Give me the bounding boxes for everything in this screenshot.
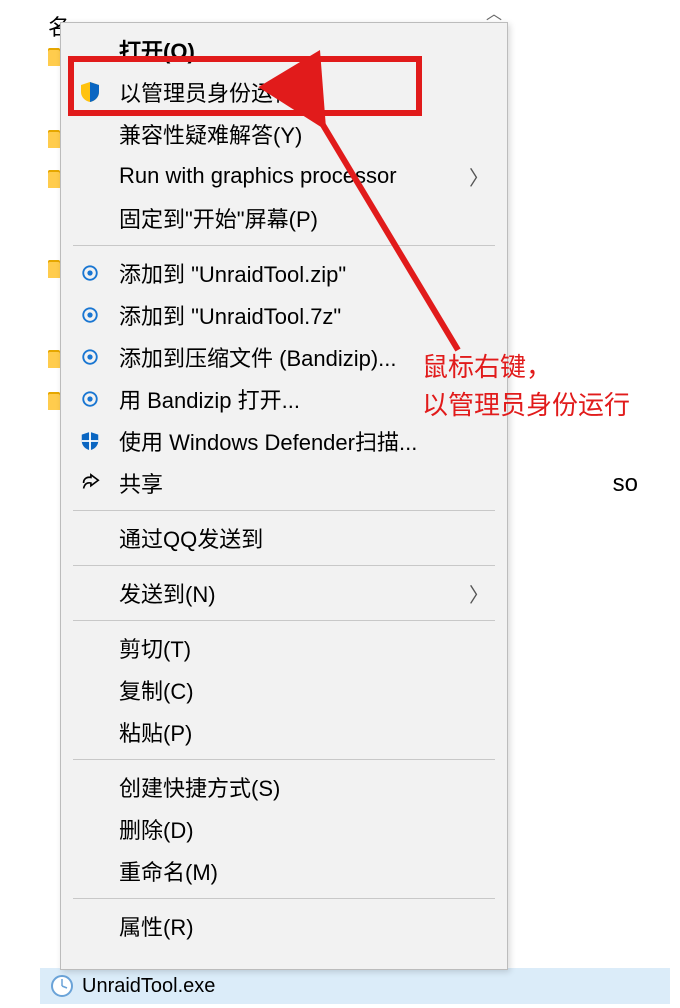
menu-label: 添加到 "UnraidTool.zip": [119, 257, 489, 289]
menu-label: 重命名(M): [119, 855, 489, 887]
menu-label: 固定到"开始"屏幕(P): [119, 202, 489, 234]
menu-label: 使用 Windows Defender扫描...: [119, 425, 489, 457]
menu-separator: [73, 620, 495, 621]
menu-label: 共享: [119, 467, 489, 499]
menu-item-add-zip[interactable]: 添加到 "UnraidTool.zip": [61, 252, 507, 294]
defender-shield-icon: [77, 428, 103, 454]
menu-label: 剪切(T): [119, 632, 489, 664]
menu-label: 创建快捷方式(S): [119, 771, 489, 803]
folder-icon: [48, 392, 60, 410]
bandizip-icon: [77, 386, 103, 412]
context-menu: 打开(O) 以管理员身份运行(A) 兼容性疑难解答(Y) Run with gr…: [60, 22, 508, 970]
menu-separator: [73, 510, 495, 511]
shield-admin-icon: [77, 79, 103, 105]
menu-item-delete[interactable]: 删除(D): [61, 808, 507, 850]
menu-item-pin-start[interactable]: 固定到"开始"屏幕(P): [61, 197, 507, 239]
menu-item-open[interactable]: 打开(O): [61, 29, 507, 71]
menu-label: 通过QQ发送到: [119, 522, 489, 554]
menu-item-cut[interactable]: 剪切(T): [61, 627, 507, 669]
menu-item-create-shortcut[interactable]: 创建快捷方式(S): [61, 766, 507, 808]
menu-label: 兼容性疑难解答(Y): [119, 118, 489, 150]
folder-icon: [48, 350, 60, 368]
chevron-right-icon: 〉: [469, 162, 489, 191]
menu-label: Run with graphics processor: [119, 163, 469, 189]
menu-separator: [73, 245, 495, 246]
menu-item-share[interactable]: 共享: [61, 462, 507, 504]
bandizip-icon: [77, 344, 103, 370]
menu-item-properties[interactable]: 属性(R): [61, 905, 507, 947]
menu-separator: [73, 898, 495, 899]
menu-label: 复制(C): [119, 674, 489, 706]
folder-icon: [48, 170, 60, 188]
folder-icon: [48, 260, 60, 278]
menu-label: 发送到(N): [119, 577, 469, 609]
bandizip-icon: [77, 302, 103, 328]
bandizip-icon: [77, 260, 103, 286]
folder-icon: [48, 48, 60, 66]
menu-item-add-7z[interactable]: 添加到 "UnraidTool.7z": [61, 294, 507, 336]
share-icon: [77, 470, 103, 496]
menu-label: 添加到 "UnraidTool.7z": [119, 299, 489, 331]
folder-icon: [48, 130, 60, 148]
menu-item-run-graphics[interactable]: Run with graphics processor 〉: [61, 155, 507, 197]
background-filename-fragment: so: [613, 470, 638, 498]
menu-item-compat-troubleshoot[interactable]: 兼容性疑难解答(Y): [61, 113, 507, 155]
menu-item-copy[interactable]: 复制(C): [61, 669, 507, 711]
selected-file-row[interactable]: UnraidTool.exe: [40, 968, 670, 1004]
menu-label: 删除(D): [119, 813, 489, 845]
chevron-right-icon: 〉: [469, 579, 489, 608]
selected-file-name: UnraidTool.exe: [82, 975, 215, 998]
menu-item-paste[interactable]: 粘贴(P): [61, 711, 507, 753]
annotation-line1: 鼠标右键，: [422, 352, 552, 382]
menu-item-defender-scan[interactable]: 使用 Windows Defender扫描...: [61, 420, 507, 462]
annotation-text: 鼠标右键， 以管理员身份运行: [422, 348, 630, 424]
sort-caret-icon: ︿: [486, 0, 502, 24]
menu-label: 打开(O): [119, 34, 489, 66]
annotation-line2: 以管理员身份运行: [422, 390, 630, 420]
menu-item-send-qq[interactable]: 通过QQ发送到: [61, 517, 507, 559]
menu-separator: [73, 565, 495, 566]
menu-label: 属性(R): [119, 910, 489, 942]
menu-item-rename[interactable]: 重命名(M): [61, 850, 507, 892]
exe-file-icon: [50, 974, 74, 998]
menu-item-send-to[interactable]: 发送到(N) 〉: [61, 572, 507, 614]
menu-label: 以管理员身份运行(A): [119, 76, 489, 108]
menu-item-run-as-admin[interactable]: 以管理员身份运行(A): [61, 71, 507, 113]
menu-separator: [73, 759, 495, 760]
menu-label: 粘贴(P): [119, 716, 489, 748]
